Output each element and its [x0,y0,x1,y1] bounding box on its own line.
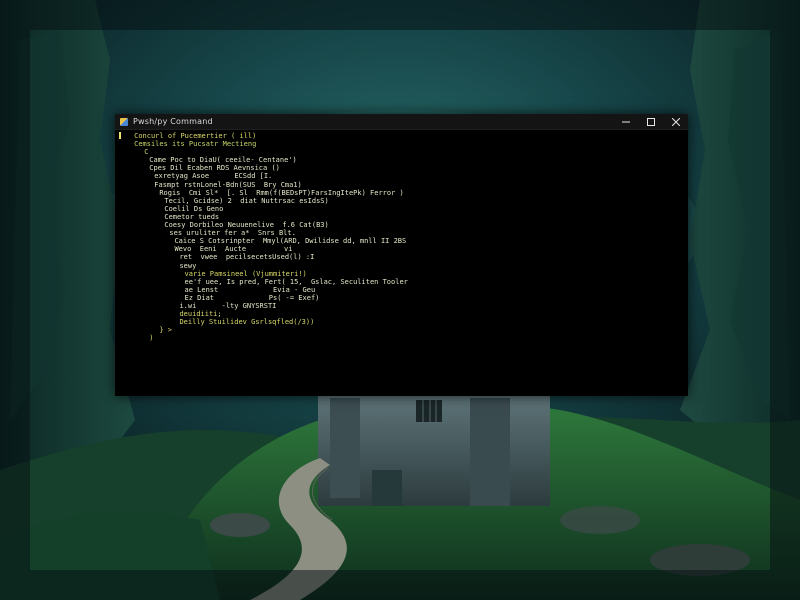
console-line: Concurl of Pucemertier ( ill) [134,132,257,140]
console-line: Fasmpt rstnLonel-Bdn(SUS Bry Cma1) [154,180,302,189]
minimize-icon [621,121,630,122]
maximize-button[interactable] [638,114,663,129]
console-line: Came Poc to DiaU( ceeile- Centane') [149,156,297,165]
console-line: ret vwee pecilsecetsUsed(l) :I [179,253,315,262]
console-line: ses uruliter fer a* Snrs Blt. [169,229,296,238]
window-title: Pwsh/py Command [133,117,213,126]
console-line: ) [149,334,154,343]
console-line: ee'f uee, Is pred, Fert( 15, Gslac, Secu… [184,277,408,286]
console-line: Cemsiles its Pucsatr Mectieng [134,140,257,149]
text-cursor [119,132,121,139]
console-line: Cpes Dil Ecaben RDS Aevnsica () [149,164,280,173]
console-line: Rogis Cmi Sl* [. Sl Rmm(f(BEDsPT)FarsIng… [159,188,404,197]
console-line: ae Lenst Evia - Geu [184,285,316,294]
minimize-button[interactable] [613,114,638,129]
console-line: Wevo Eeni Aucte vi [174,245,293,254]
maximize-icon [646,117,655,126]
console-line: deuidiiti; [179,310,222,319]
app-icon [120,117,128,126]
console-line: Tecil, Gcidse) 2 diat Nuttrsac esIdsS) [164,196,329,205]
terminal-window[interactable]: Pwsh/py Command Concurl of Pucemertier (… [115,114,688,396]
console-line: Ez Diat Ps( -= Exef) [184,293,320,302]
close-button[interactable] [663,114,688,129]
title-bar[interactable]: Pwsh/py Command [115,114,688,130]
console-line: C [144,148,149,157]
console-line: varie Pamsineel (Vjummiteri!) [184,269,307,278]
console-line: sewy [179,261,197,270]
console-output[interactable]: Concurl of Pucemertier ( ill) Cemsiles it… [115,130,688,396]
console-line: Deilly Stuilidev Gsrlsqfled(/3)) [179,318,315,327]
console-line: exretyag Asoe ECSdd [I. [154,172,273,181]
console-line: } > [159,326,172,335]
close-icon [671,117,680,126]
console-line: i.wi -lty GNYSRSTI [179,301,277,310]
console-line: Coelil Ds Geno [164,204,224,213]
console-line: Coesy Dorbileo Neuuenelive f.6 Cat(B3) [164,221,329,230]
console-line: Cemetor tueds [164,212,220,221]
console-line: Caice S Cotsrinpter Mmyl(ARD, Dwilidse d… [174,237,407,246]
window-controls [613,114,688,129]
